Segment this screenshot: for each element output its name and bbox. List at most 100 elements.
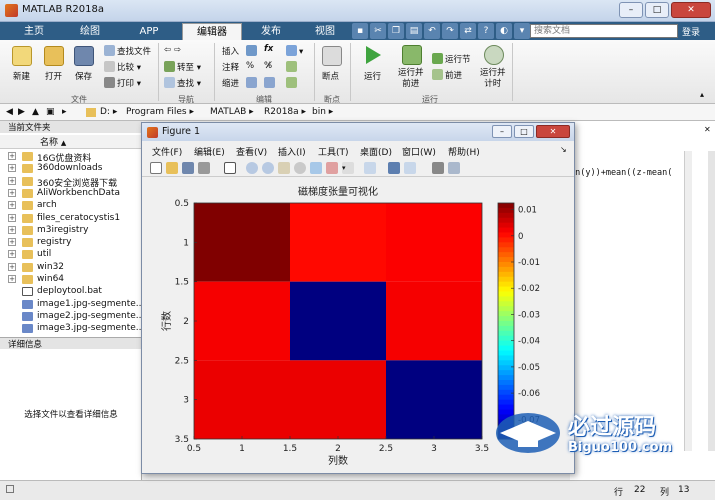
redo-quick-icon[interactable]: ↷	[442, 23, 458, 39]
comment-percent-icon[interactable]: %	[246, 61, 254, 71]
save-button[interactable]: 保存	[75, 70, 92, 82]
browse-folder-icon[interactable]: ▣	[46, 107, 55, 117]
file-list-item[interactable]: + util	[0, 249, 142, 261]
open-button[interactable]: 打开	[45, 70, 62, 82]
figure-maximize-button[interactable]: □	[514, 125, 534, 138]
smart-indent-icon[interactable]	[246, 77, 259, 89]
save-figure-icon[interactable]	[182, 162, 194, 174]
community-icon[interactable]: ◐	[496, 23, 512, 39]
run-section-button[interactable]: 运行节	[432, 53, 471, 65]
find-files-button[interactable]: 查找文件	[104, 45, 151, 57]
brush-icon[interactable]	[326, 162, 338, 174]
breakpoints-button[interactable]: 断点	[322, 70, 339, 82]
tab-apps[interactable]: APP	[125, 23, 173, 40]
fx-button[interactable]: fx	[264, 44, 273, 54]
compare-button[interactable]: 比较 ▾	[104, 61, 141, 73]
file-list-item[interactable]: + win32	[0, 262, 142, 274]
expand-icon[interactable]: +	[8, 152, 16, 160]
maximize-button[interactable]: □	[645, 2, 669, 18]
uncomment-icon[interactable]: %̸	[264, 61, 272, 71]
nav-dropdown-icon[interactable]: ▸	[62, 107, 67, 117]
data-cursor-icon[interactable]	[310, 162, 322, 174]
link-plot-icon[interactable]	[364, 162, 376, 174]
expand-icon[interactable]: +	[8, 188, 16, 197]
print-figure-icon[interactable]	[198, 162, 210, 174]
dock-arrow-icon[interactable]: ↘	[560, 145, 567, 154]
file-list-item[interactable]: image2.jpg-segmente...	[0, 311, 142, 323]
run-advance-button[interactable]: 运行并 前进	[398, 68, 424, 90]
print-button[interactable]: 打印 ▾	[104, 77, 141, 89]
indent-dropdown-icon[interactable]	[286, 77, 299, 89]
zoom-in-icon[interactable]	[246, 162, 258, 174]
insert-dropdown-icon[interactable]: ▾	[286, 45, 303, 57]
insert-section-icon[interactable]	[246, 45, 259, 57]
file-list-item[interactable]: + win64	[0, 274, 142, 286]
switch-windows-icon[interactable]: ⇄	[460, 23, 476, 39]
figure-minimize-button[interactable]: –	[492, 125, 512, 138]
search-input[interactable]: 搜索文档	[530, 24, 678, 38]
collapse-ribbon-icon[interactable]: ▴	[700, 90, 704, 99]
cut-quick-icon[interactable]: ✂	[370, 23, 386, 39]
figure-close-button[interactable]: ✕	[536, 125, 570, 138]
tab-view[interactable]: 视图	[302, 23, 348, 40]
quick-access-dropdown-icon[interactable]: ▾	[514, 23, 530, 39]
expand-icon[interactable]: +	[8, 238, 16, 247]
expand-icon[interactable]: +	[8, 250, 16, 259]
zoom-out-icon[interactable]	[262, 162, 274, 174]
editor-close-icon[interactable]: ✕	[704, 125, 711, 134]
nav-up-icon[interactable]: ▲	[32, 107, 39, 117]
breadcrumb-program-files[interactable]: Program Files ▸	[126, 107, 194, 117]
undo-quick-icon[interactable]: ↶	[424, 23, 440, 39]
file-list-item[interactable]: image3.jpg-segmente...	[0, 323, 142, 335]
advance-button[interactable]: 前进	[432, 69, 462, 81]
run-button[interactable]: 运行	[364, 70, 381, 82]
pointer-icon[interactable]	[224, 162, 236, 174]
file-list-item[interactable]: +360安全浏览器下载	[0, 176, 142, 188]
login-link[interactable]: 登录	[682, 25, 700, 38]
hide-plot-tools-icon[interactable]	[432, 162, 444, 174]
figure-title-bar[interactable]: Figure 1 – □ ✕	[142, 123, 574, 141]
menu-window[interactable]: 窗口(W)	[402, 145, 436, 158]
expand-icon[interactable]: +	[8, 213, 16, 222]
expand-icon[interactable]: +	[8, 201, 16, 210]
menu-view[interactable]: 查看(V)	[236, 145, 267, 158]
open-file-icon[interactable]	[166, 162, 178, 174]
expand-icon[interactable]: +	[8, 275, 16, 283]
breadcrumb-bin[interactable]: bin ▸	[312, 107, 333, 117]
file-list-item[interactable]: + AliWorkbenchData	[0, 188, 142, 200]
file-list-item[interactable]: + arch	[0, 200, 142, 212]
indent-right-icon[interactable]	[264, 77, 277, 89]
file-list-item[interactable]: + registry	[0, 237, 142, 249]
tab-home[interactable]: 主页	[12, 23, 56, 40]
legend-toggle-icon[interactable]	[404, 162, 416, 174]
file-list-item[interactable]: + m3iregistry	[0, 225, 142, 237]
file-list-item[interactable]: + files_ceratocystis1	[0, 213, 142, 225]
tab-publish[interactable]: 发布	[248, 23, 294, 40]
breadcrumb-r2018a[interactable]: R2018a ▸	[264, 107, 306, 117]
run-and-time-button[interactable]: 运行并 计时	[480, 68, 506, 90]
indent-button[interactable]: 缩进	[222, 77, 239, 89]
file-list-item[interactable]: deploytool.bat	[0, 286, 142, 298]
insert-button[interactable]: 插入	[222, 45, 239, 57]
expand-icon[interactable]: +	[8, 164, 16, 173]
expand-icon[interactable]: +	[8, 225, 16, 234]
minimize-button[interactable]: –	[619, 2, 643, 18]
paste-quick-icon[interactable]: ▤	[406, 23, 422, 39]
find-button[interactable]: 查找 ▾	[164, 77, 201, 89]
save-quick-icon[interactable]: ▪	[352, 23, 368, 39]
close-button[interactable]: ✕	[671, 2, 711, 18]
menu-file[interactable]: 文件(F)	[152, 145, 182, 158]
breadcrumb-drive[interactable]: D: ▸	[100, 107, 117, 117]
tab-editor[interactable]: 编辑器	[182, 23, 242, 40]
column-header-name[interactable]: 名称 ▲	[0, 135, 142, 149]
pan-icon[interactable]	[278, 162, 290, 174]
file-list-item[interactable]: +16G优盘资料	[0, 151, 142, 163]
help-quick-icon[interactable]: ?	[478, 23, 494, 39]
brush-dropdown-icon[interactable]: ▾	[342, 162, 354, 174]
new-figure-icon[interactable]	[150, 162, 162, 174]
comment-button[interactable]: 注释	[222, 61, 239, 73]
file-list-item[interactable]: image1.jpg-segmente...	[0, 299, 142, 311]
nav-forward-icon[interactable]: ▶	[18, 107, 25, 117]
menu-help[interactable]: 帮助(H)	[448, 145, 480, 158]
menu-insert[interactable]: 插入(I)	[278, 145, 306, 158]
